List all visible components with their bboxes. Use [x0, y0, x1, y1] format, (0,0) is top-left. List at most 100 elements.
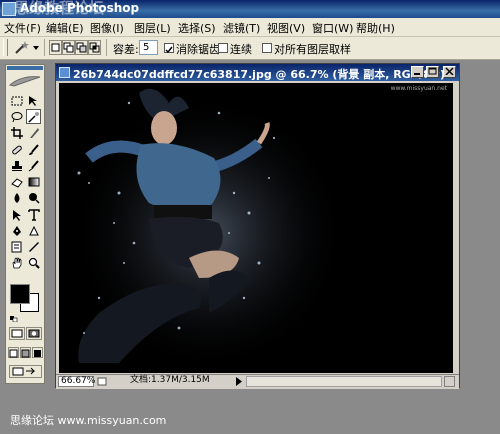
menu-view[interactable]: 视图(V)	[267, 20, 305, 36]
menu-file[interactable]: 文件(F)	[4, 20, 41, 36]
intersect-selection-icon	[89, 42, 100, 53]
screen-mode-standard-button[interactable]	[8, 347, 19, 358]
document-window: 26b744dc07ddffcd77c63817.jpg @ 66.7% (背景…	[55, 63, 460, 389]
imageready-icon	[12, 367, 36, 376]
resize-grip[interactable]	[444, 376, 455, 387]
checkmark-icon	[165, 46, 173, 54]
standard-mode-button[interactable]	[9, 327, 25, 340]
close-button[interactable]	[443, 66, 456, 78]
slice-tool[interactable]	[26, 125, 41, 140]
hand-icon	[12, 256, 21, 268]
history-brush-tool[interactable]	[26, 158, 41, 173]
menu-layer[interactable]: 图层(L)	[134, 20, 171, 36]
screen-mode-icon	[9, 349, 18, 358]
menu-image[interactable]: 图像(I)	[90, 20, 124, 36]
zoom-level-field[interactable]: 66.67%	[58, 376, 95, 387]
blur-tool[interactable]	[9, 190, 24, 205]
eyedropper-icon	[28, 241, 39, 252]
contiguous-label: 连续	[230, 43, 252, 56]
tool-preset-picker[interactable]	[12, 39, 40, 56]
image-canvas[interactable]: www.missyuan.net	[59, 83, 453, 373]
minimize-icon	[414, 73, 420, 75]
path-arrow-icon	[12, 209, 21, 221]
selection-intersect-button[interactable]	[88, 40, 101, 55]
history-brush-icon	[28, 159, 39, 171]
healing-brush-tool[interactable]	[9, 142, 24, 157]
dancer-photo-image	[59, 83, 453, 373]
move-tool[interactable]	[26, 93, 41, 108]
minimize-button[interactable]	[411, 66, 424, 78]
crop-icon	[10, 126, 23, 139]
custom-shape-icon	[28, 225, 39, 235]
app-title-bar: Adobe Photoshop 思缘教程论坛	[0, 0, 500, 18]
note-icon	[11, 241, 21, 252]
screen-mode-full-button[interactable]	[32, 347, 43, 358]
standard-mode-icon	[11, 329, 23, 338]
gradient-icon	[28, 177, 39, 186]
hand-tool[interactable]	[9, 255, 24, 270]
shape-tool[interactable]	[26, 223, 41, 238]
notes-tool[interactable]	[9, 239, 24, 254]
tolerance-input[interactable]: 5	[139, 40, 158, 55]
selection-add-button[interactable]	[62, 40, 75, 55]
pen-tool[interactable]	[9, 223, 24, 238]
photoshop-feather-logo[interactable]	[8, 73, 42, 89]
document-info-icon	[97, 377, 107, 386]
options-grip[interactable]	[3, 39, 8, 56]
image-site-watermark: www.missyuan.net	[390, 85, 447, 92]
water-drop-icon	[14, 192, 19, 203]
menu-help[interactable]: 帮助(H)	[356, 20, 395, 36]
toolbox	[5, 64, 45, 384]
menu-bar: 文件(F) 编辑(E) 图像(I) 图层(L) 选择(S) 滤镜(T) 视图(V…	[0, 18, 500, 37]
quick-mask-button[interactable]	[26, 327, 42, 340]
brush-tool[interactable]	[26, 142, 41, 157]
stamp-icon	[11, 160, 22, 171]
sample-all-layers-checkbox[interactable]	[262, 43, 272, 53]
footer-watermark: 思缘论坛 www.missyuan.com	[10, 414, 167, 427]
tolerance-label: 容差:	[113, 43, 139, 56]
zoom-tool[interactable]	[26, 255, 41, 270]
crop-tool[interactable]	[9, 125, 24, 140]
status-bar-menu-arrow[interactable]	[234, 376, 244, 387]
status-menu-button[interactable]	[97, 376, 107, 387]
type-tool[interactable]	[26, 207, 41, 222]
maximize-button[interactable]	[426, 66, 439, 78]
document-status-bar: 66.67% 文档:1.37M/3.15M	[56, 374, 459, 389]
clone-stamp-tool[interactable]	[9, 158, 24, 173]
marquee-icon	[11, 96, 22, 105]
foreground-color-swatch[interactable]	[10, 284, 30, 304]
antialias-checkbox[interactable]	[164, 43, 174, 54]
gradient-tool[interactable]	[26, 174, 41, 189]
default-colors-button[interactable]	[10, 312, 18, 323]
horizontal-scrollbar[interactable]	[246, 376, 442, 387]
magic-wand-tool[interactable]	[26, 109, 41, 124]
jump-to-imageready-button[interactable]	[9, 365, 42, 378]
path-selection-tool[interactable]	[9, 207, 24, 222]
contiguous-checkbox[interactable]	[218, 43, 228, 53]
screen-mode-menu-icon	[21, 349, 30, 358]
brush-icon	[28, 143, 39, 155]
type-t-icon	[27, 208, 40, 221]
menu-edit[interactable]: 编辑(E)	[46, 20, 84, 36]
document-title-bar[interactable]: 26b744dc07ddffcd77c63817.jpg @ 66.7% (背景…	[56, 64, 459, 81]
default-colors-icon	[10, 316, 18, 323]
dodge-tool[interactable]	[26, 190, 41, 205]
menu-window[interactable]: 窗口(W)	[312, 20, 353, 36]
lasso-tool[interactable]	[9, 109, 24, 124]
eyedropper-tool[interactable]	[26, 239, 41, 254]
play-arrow-icon	[236, 377, 242, 386]
marquee-tool[interactable]	[9, 93, 24, 108]
menu-select[interactable]: 选择(S)	[178, 20, 216, 36]
screen-mode-menu-button[interactable]	[20, 347, 31, 358]
toolbox-title-bar[interactable]	[7, 66, 43, 70]
lasso-icon	[11, 111, 22, 122]
maximize-icon	[428, 67, 437, 75]
selection-new-button[interactable]	[49, 40, 62, 55]
document-icon	[59, 67, 70, 78]
selection-subtract-button[interactable]	[75, 40, 88, 55]
bandage-icon	[11, 145, 22, 154]
eraser-tool[interactable]	[9, 174, 24, 189]
pen-nib-icon	[12, 225, 21, 236]
menu-filter[interactable]: 滤镜(T)	[223, 20, 260, 36]
subtract-selection-icon	[76, 42, 87, 53]
